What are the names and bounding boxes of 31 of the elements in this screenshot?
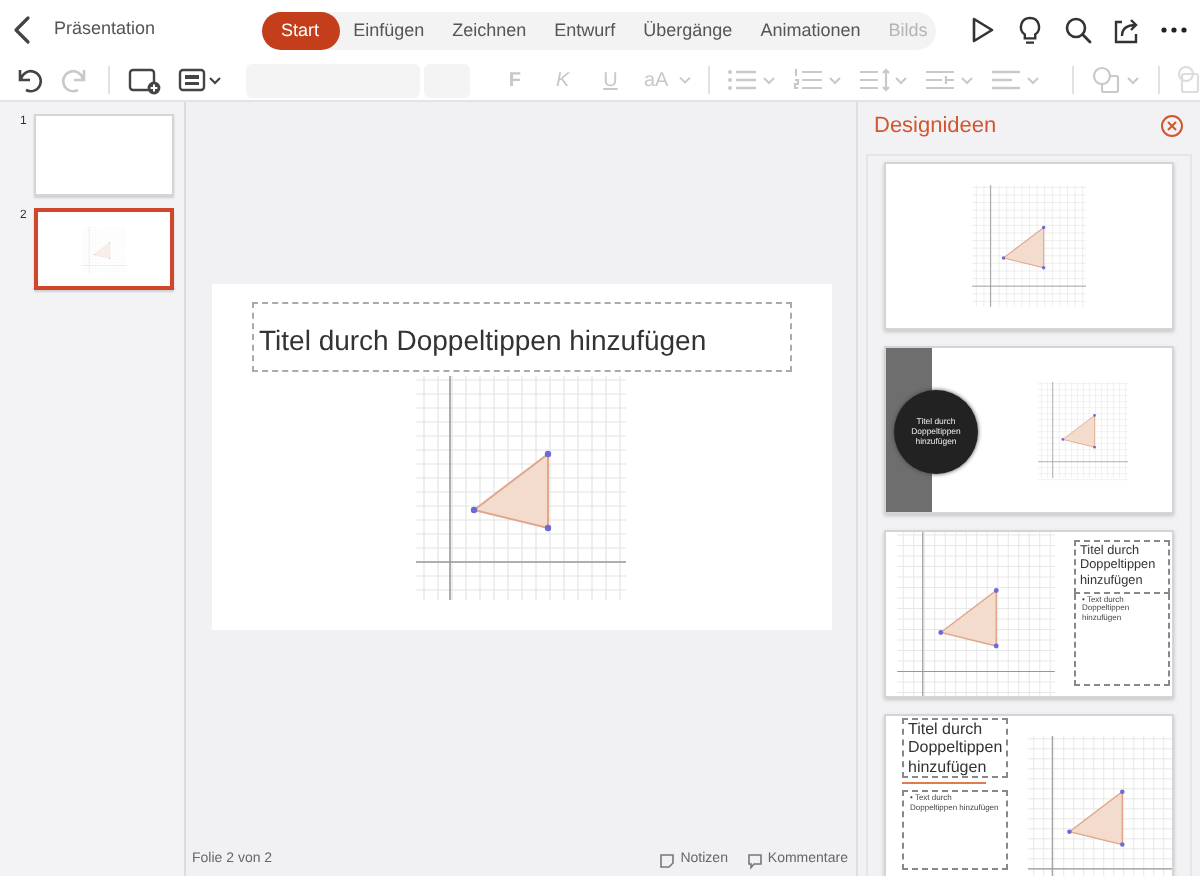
accent-line	[902, 782, 986, 785]
shapes-icon[interactable]	[1090, 64, 1143, 96]
ribbon-tab[interactable]: Entwurf	[540, 11, 630, 49]
document-title: Präsentation	[54, 16, 156, 43]
pane-title: Designideen	[874, 112, 997, 142]
close-icon[interactable]	[1160, 114, 1184, 139]
ribbon-tab[interactable]: Einfügen	[339, 11, 439, 49]
graph-drawing	[972, 183, 1086, 307]
ribbon-tab[interactable]: Übergänge	[629, 11, 747, 49]
graph-drawing	[82, 225, 126, 273]
title-placeholder[interactable]: Titel durch Doppeltippen hinzufügen	[251, 302, 791, 372]
lightbulb-icon[interactable]	[1014, 14, 1046, 46]
font-field[interactable]	[246, 63, 420, 97]
caret-icon	[678, 76, 693, 84]
new-slide-icon[interactable]	[126, 64, 162, 96]
graph-drawing	[1037, 377, 1127, 481]
bullet-list-icon[interactable]	[726, 64, 779, 96]
line-spacing-icon[interactable]	[858, 64, 911, 96]
comment-icon	[745, 851, 764, 869]
search-icon[interactable]	[1062, 14, 1094, 46]
share-icon[interactable]	[1110, 14, 1142, 46]
layout-icon[interactable]	[178, 64, 226, 96]
font-size-field[interactable]	[423, 63, 471, 97]
slide-thumbnail[interactable]	[34, 208, 174, 290]
ribbon-tab[interactable]: Zeichnen	[438, 11, 541, 49]
ribbon-tab[interactable]: Animationen	[746, 11, 875, 49]
slide-title: Titel durch Doppeltippen hinzufügen	[902, 717, 1009, 779]
design-idea-card[interactable]	[884, 161, 1174, 329]
ribbon-tab[interactable]: Start	[261, 11, 340, 49]
notes-icon	[658, 851, 677, 869]
shapes-icon[interactable]	[1176, 64, 1200, 96]
